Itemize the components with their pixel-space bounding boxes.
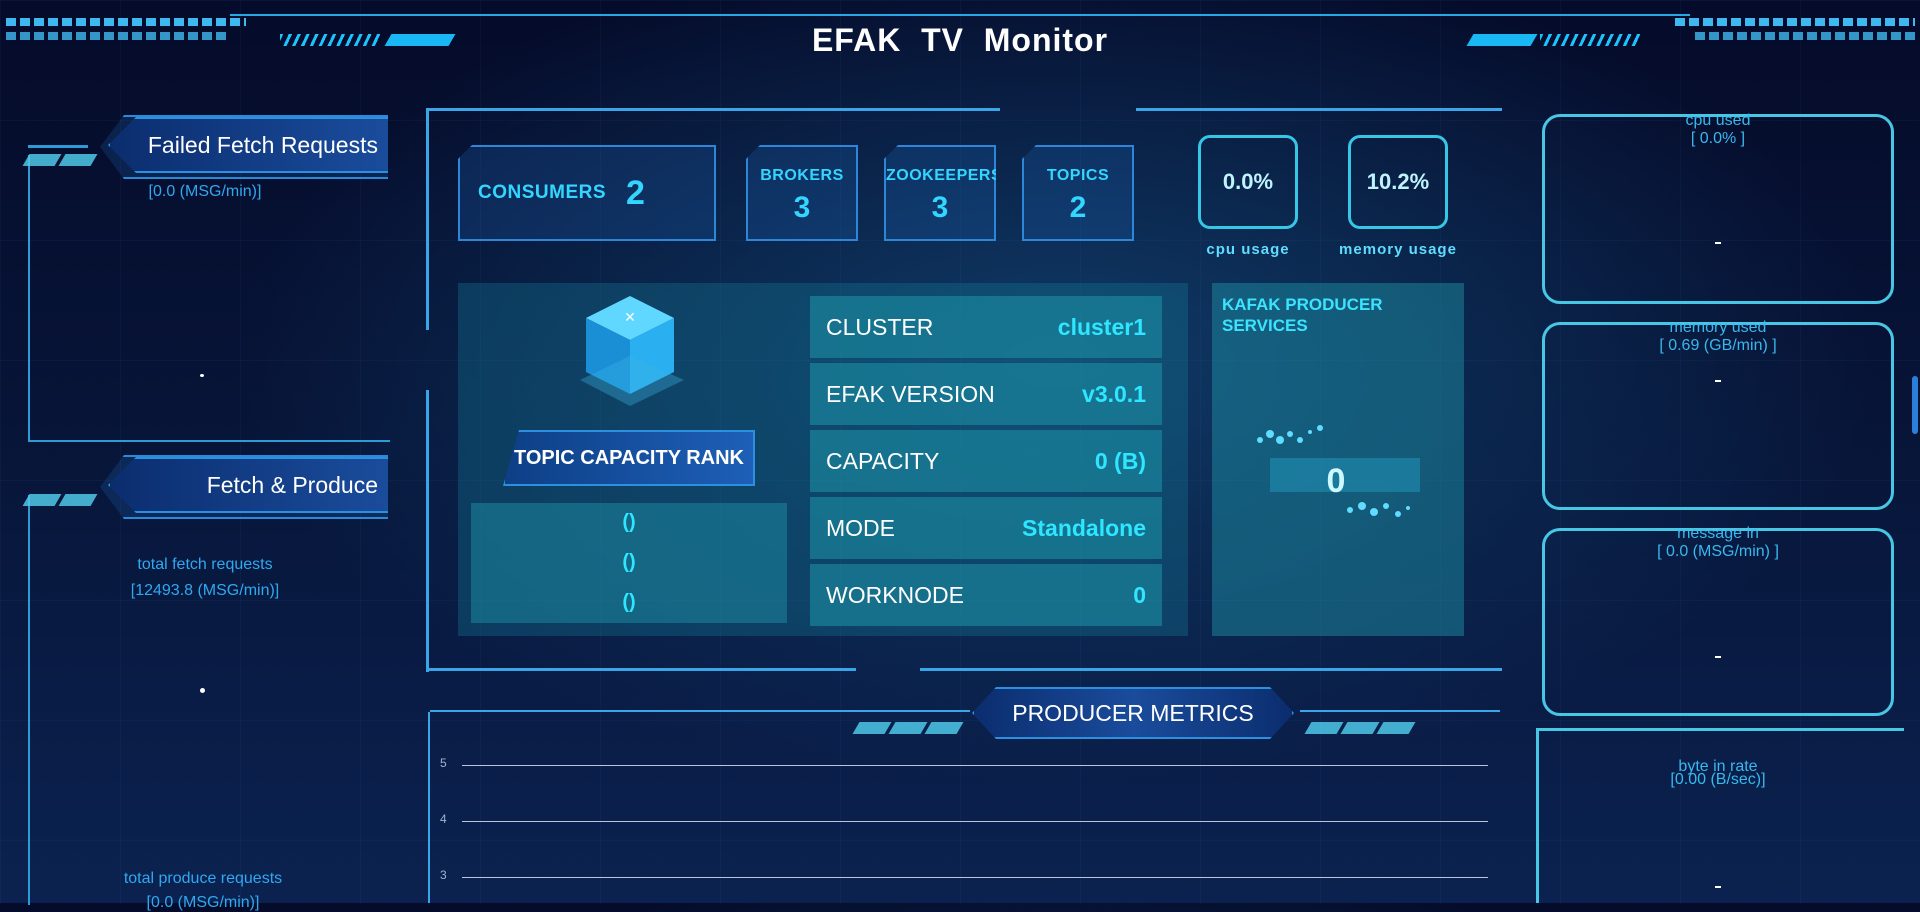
frame-line xyxy=(426,390,429,672)
produce-requests-value: [0.0 (MSG/min)] xyxy=(146,894,260,911)
chart-dot xyxy=(200,688,205,693)
brokers-value: 3 xyxy=(793,191,811,224)
frame-line xyxy=(426,108,1000,111)
topics-card[interactable]: TOPICS 2 xyxy=(1022,145,1134,241)
memory-used-label: memory used xyxy=(1669,319,1767,336)
byte-in-panel-top xyxy=(1536,728,1904,731)
frame-line xyxy=(1300,710,1500,712)
byte-in-panel-left xyxy=(1536,728,1539,903)
info-value: cluster1 xyxy=(1057,313,1146,340)
failed-fetch-panel-top xyxy=(28,145,88,148)
info-row-worknode: WORKNODE 0 xyxy=(810,564,1162,626)
chart-dot xyxy=(1715,242,1721,244)
message-in-label: message in xyxy=(1677,525,1759,542)
panel-chip xyxy=(1376,722,1416,734)
info-key: CLUSTER xyxy=(826,313,934,340)
info-key: MODE xyxy=(826,514,895,541)
panel-chip xyxy=(1340,722,1380,734)
failed-fetch-title: Failed Fetch Requests xyxy=(108,117,388,173)
info-key: CAPACITY xyxy=(826,447,940,474)
grid-line xyxy=(462,877,1488,878)
consumers-label: CONSUMERS xyxy=(478,182,607,203)
fetch-requests-label: total fetch requests xyxy=(137,556,273,573)
list-item[interactable]: () xyxy=(471,511,787,534)
fetch-produce-title: Fetch & Produce xyxy=(108,457,388,513)
frame-line xyxy=(430,710,970,712)
header-line xyxy=(230,14,1690,16)
consumers-value: 2 xyxy=(626,173,645,212)
producer-services-value: 0 xyxy=(1326,462,1346,500)
topics-label: TOPICS xyxy=(1046,167,1110,184)
frame-line xyxy=(920,668,1502,671)
cube-icon: ✕ xyxy=(580,296,684,406)
frame-line xyxy=(428,712,430,903)
fetch-requests-value: [12493.8 (MSG/min)] xyxy=(130,582,280,599)
info-value: 0 (B) xyxy=(1094,447,1146,474)
failed-fetch-title-text: Failed Fetch Requests xyxy=(147,131,378,158)
panel-chip xyxy=(888,722,928,734)
info-key: EFAK VERSION xyxy=(826,380,995,407)
brokers-label: BROKERS xyxy=(760,167,844,184)
zookeepers-label: ZOOKEEPERS xyxy=(886,167,1003,184)
cpu-usage-label: cpu usage xyxy=(1206,241,1290,258)
list-item[interactable]: () xyxy=(471,551,787,574)
topics-value: 2 xyxy=(1069,191,1087,224)
info-value: 0 xyxy=(1133,581,1146,608)
panel-chip xyxy=(852,722,892,734)
grid-line xyxy=(462,821,1488,822)
page-title: EFAK TV Monitor xyxy=(811,22,1109,58)
info-row-version: EFAK VERSION v3.0.1 xyxy=(810,363,1162,425)
zookeepers-value: 3 xyxy=(931,191,949,224)
produce-requests-label: total produce requests xyxy=(123,870,283,887)
panel-chip xyxy=(924,722,964,734)
producer-metrics-title-text: PRODUCER METRICS xyxy=(1012,699,1254,726)
cpu-used-label: cpu used xyxy=(1685,112,1751,129)
info-row-capacity: CAPACITY 0 (B) xyxy=(810,430,1162,492)
info-row-cluster: CLUSTER cluster1 xyxy=(810,296,1162,358)
header: EFAK TV Monitor xyxy=(0,0,1920,70)
info-key: WORKNODE xyxy=(826,581,964,608)
chart-dot xyxy=(200,374,204,377)
producer-metrics-title: PRODUCER METRICS xyxy=(972,687,1294,739)
zookeepers-card[interactable]: ZOOKEEPERS 3 xyxy=(884,145,996,241)
memory-usage-label: memory usage xyxy=(1339,241,1457,258)
chart-dot xyxy=(1715,380,1721,382)
failed-fetch-value: [0.0 (MSG/min)] xyxy=(148,183,262,200)
topic-capacity-rank-text: TOPIC CAPACITY RANK xyxy=(513,446,745,469)
chart-dot xyxy=(1715,656,1721,658)
cpu-used-value: [ 0.0% ] xyxy=(1690,130,1746,147)
topic-capacity-rank-title: TOPIC CAPACITY RANK xyxy=(503,430,755,486)
info-value: Standalone xyxy=(1022,514,1146,541)
svg-text:✕: ✕ xyxy=(624,310,636,326)
byte-in-rate-value: [0.00 (B/sec)] xyxy=(1670,771,1766,788)
memory-used-value: [ 0.69 (GB/min) ] xyxy=(1659,337,1777,354)
scrollbar-thumb[interactable] xyxy=(1912,376,1918,434)
info-row-mode: MODE Standalone xyxy=(810,497,1162,559)
y-tick-label: 3 xyxy=(440,868,447,882)
consumers-card[interactable]: CONSUMERS 2 xyxy=(458,145,716,241)
frame-line xyxy=(1136,108,1502,111)
topic-rank-list: () () () xyxy=(471,503,787,623)
chart-dot xyxy=(1715,886,1721,888)
grid-line xyxy=(462,765,1488,766)
y-tick-label: 4 xyxy=(440,812,447,826)
frame-line xyxy=(426,108,429,330)
list-item[interactable]: () xyxy=(471,591,787,614)
producer-services-title: KAFAK PRODUCER SERVICES xyxy=(1222,295,1383,335)
frame-line xyxy=(426,668,856,671)
fetch-produce-title-text: Fetch & Produce xyxy=(206,471,378,498)
brokers-card[interactable]: BROKERS 3 xyxy=(746,145,858,241)
info-value: v3.0.1 xyxy=(1082,380,1146,407)
panel-chip xyxy=(1304,722,1344,734)
memory-usage-gauge: 10.2% xyxy=(1348,135,1448,229)
cpu-usage-gauge: 0.0% xyxy=(1198,135,1298,229)
y-tick-label: 5 xyxy=(440,756,447,770)
message-in-value: [ 0.0 (MSG/min) ] xyxy=(1657,543,1779,560)
